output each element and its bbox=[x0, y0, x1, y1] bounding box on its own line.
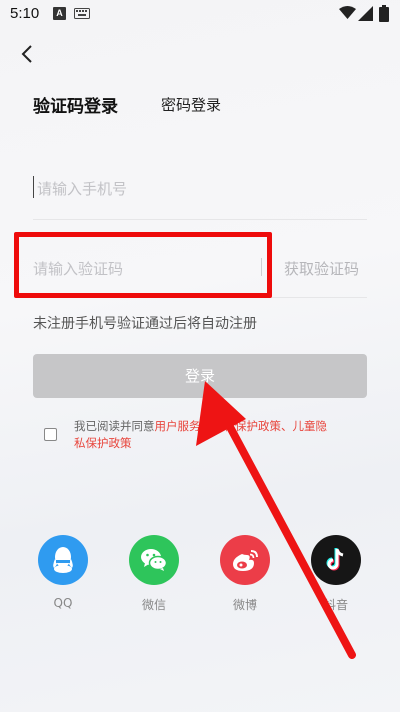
phone-input[interactable]: 请输入手机号 bbox=[33, 160, 367, 220]
auto-register-hint: 未注册手机号验证通过后将自动注册 bbox=[33, 316, 257, 332]
agreement-separator: 、 bbox=[200, 419, 213, 433]
agreement-checkbox[interactable] bbox=[44, 428, 57, 441]
login-button[interactable]: 登录 bbox=[33, 354, 367, 398]
social-label: 微博 bbox=[232, 598, 257, 612]
notification-a-icon: A bbox=[53, 7, 66, 20]
user-service-link[interactable]: 用户服务 bbox=[155, 419, 201, 433]
social-label: 微信 bbox=[141, 598, 166, 612]
chevron-left-icon bbox=[21, 45, 32, 63]
privacy-policy-link[interactable]: 隐私保护政策 bbox=[212, 419, 281, 433]
tab-sms-login[interactable]: 验证码登录 bbox=[33, 92, 118, 117]
get-code-button[interactable]: 获取验证码 bbox=[284, 258, 359, 279]
keyboard-icon bbox=[74, 8, 90, 19]
agreement-text: 我已阅读并同意用户服务、隐私保护政策、儿童隐 私保护政策 bbox=[74, 418, 374, 452]
social-login-qq[interactable]: QQ bbox=[33, 535, 93, 610]
social-login-douyin[interactable]: 抖音 bbox=[306, 535, 366, 613]
children-privacy-link-cont[interactable]: 私保护政策 bbox=[74, 436, 132, 450]
battery-icon bbox=[379, 5, 389, 22]
signal-icon bbox=[358, 6, 373, 21]
phone-placeholder: 请输入手机号 bbox=[37, 180, 128, 198]
text-cursor bbox=[33, 176, 34, 198]
douyin-icon[interactable] bbox=[311, 535, 361, 585]
social-login-weibo[interactable]: 微博 bbox=[215, 535, 275, 613]
annotation-highlight-box bbox=[14, 232, 272, 298]
social-label: QQ bbox=[53, 596, 73, 610]
social-label: 抖音 bbox=[323, 598, 348, 612]
status-time: 5:10 bbox=[10, 5, 40, 22]
social-login-wechat[interactable]: 微信 bbox=[124, 535, 184, 613]
qq-icon[interactable] bbox=[38, 535, 88, 585]
agreement-prefix: 我已阅读并同意 bbox=[74, 419, 155, 433]
status-bar: 5:10 A bbox=[0, 0, 400, 28]
children-privacy-link[interactable]: 儿童隐 bbox=[293, 419, 328, 433]
wechat-icon[interactable] bbox=[129, 535, 179, 585]
agreement-separator: 、 bbox=[281, 419, 293, 433]
wifi-icon bbox=[339, 6, 356, 19]
back-button[interactable] bbox=[16, 42, 40, 66]
tab-password-login[interactable]: 密码登录 bbox=[161, 94, 221, 115]
weibo-icon[interactable] bbox=[220, 535, 270, 585]
